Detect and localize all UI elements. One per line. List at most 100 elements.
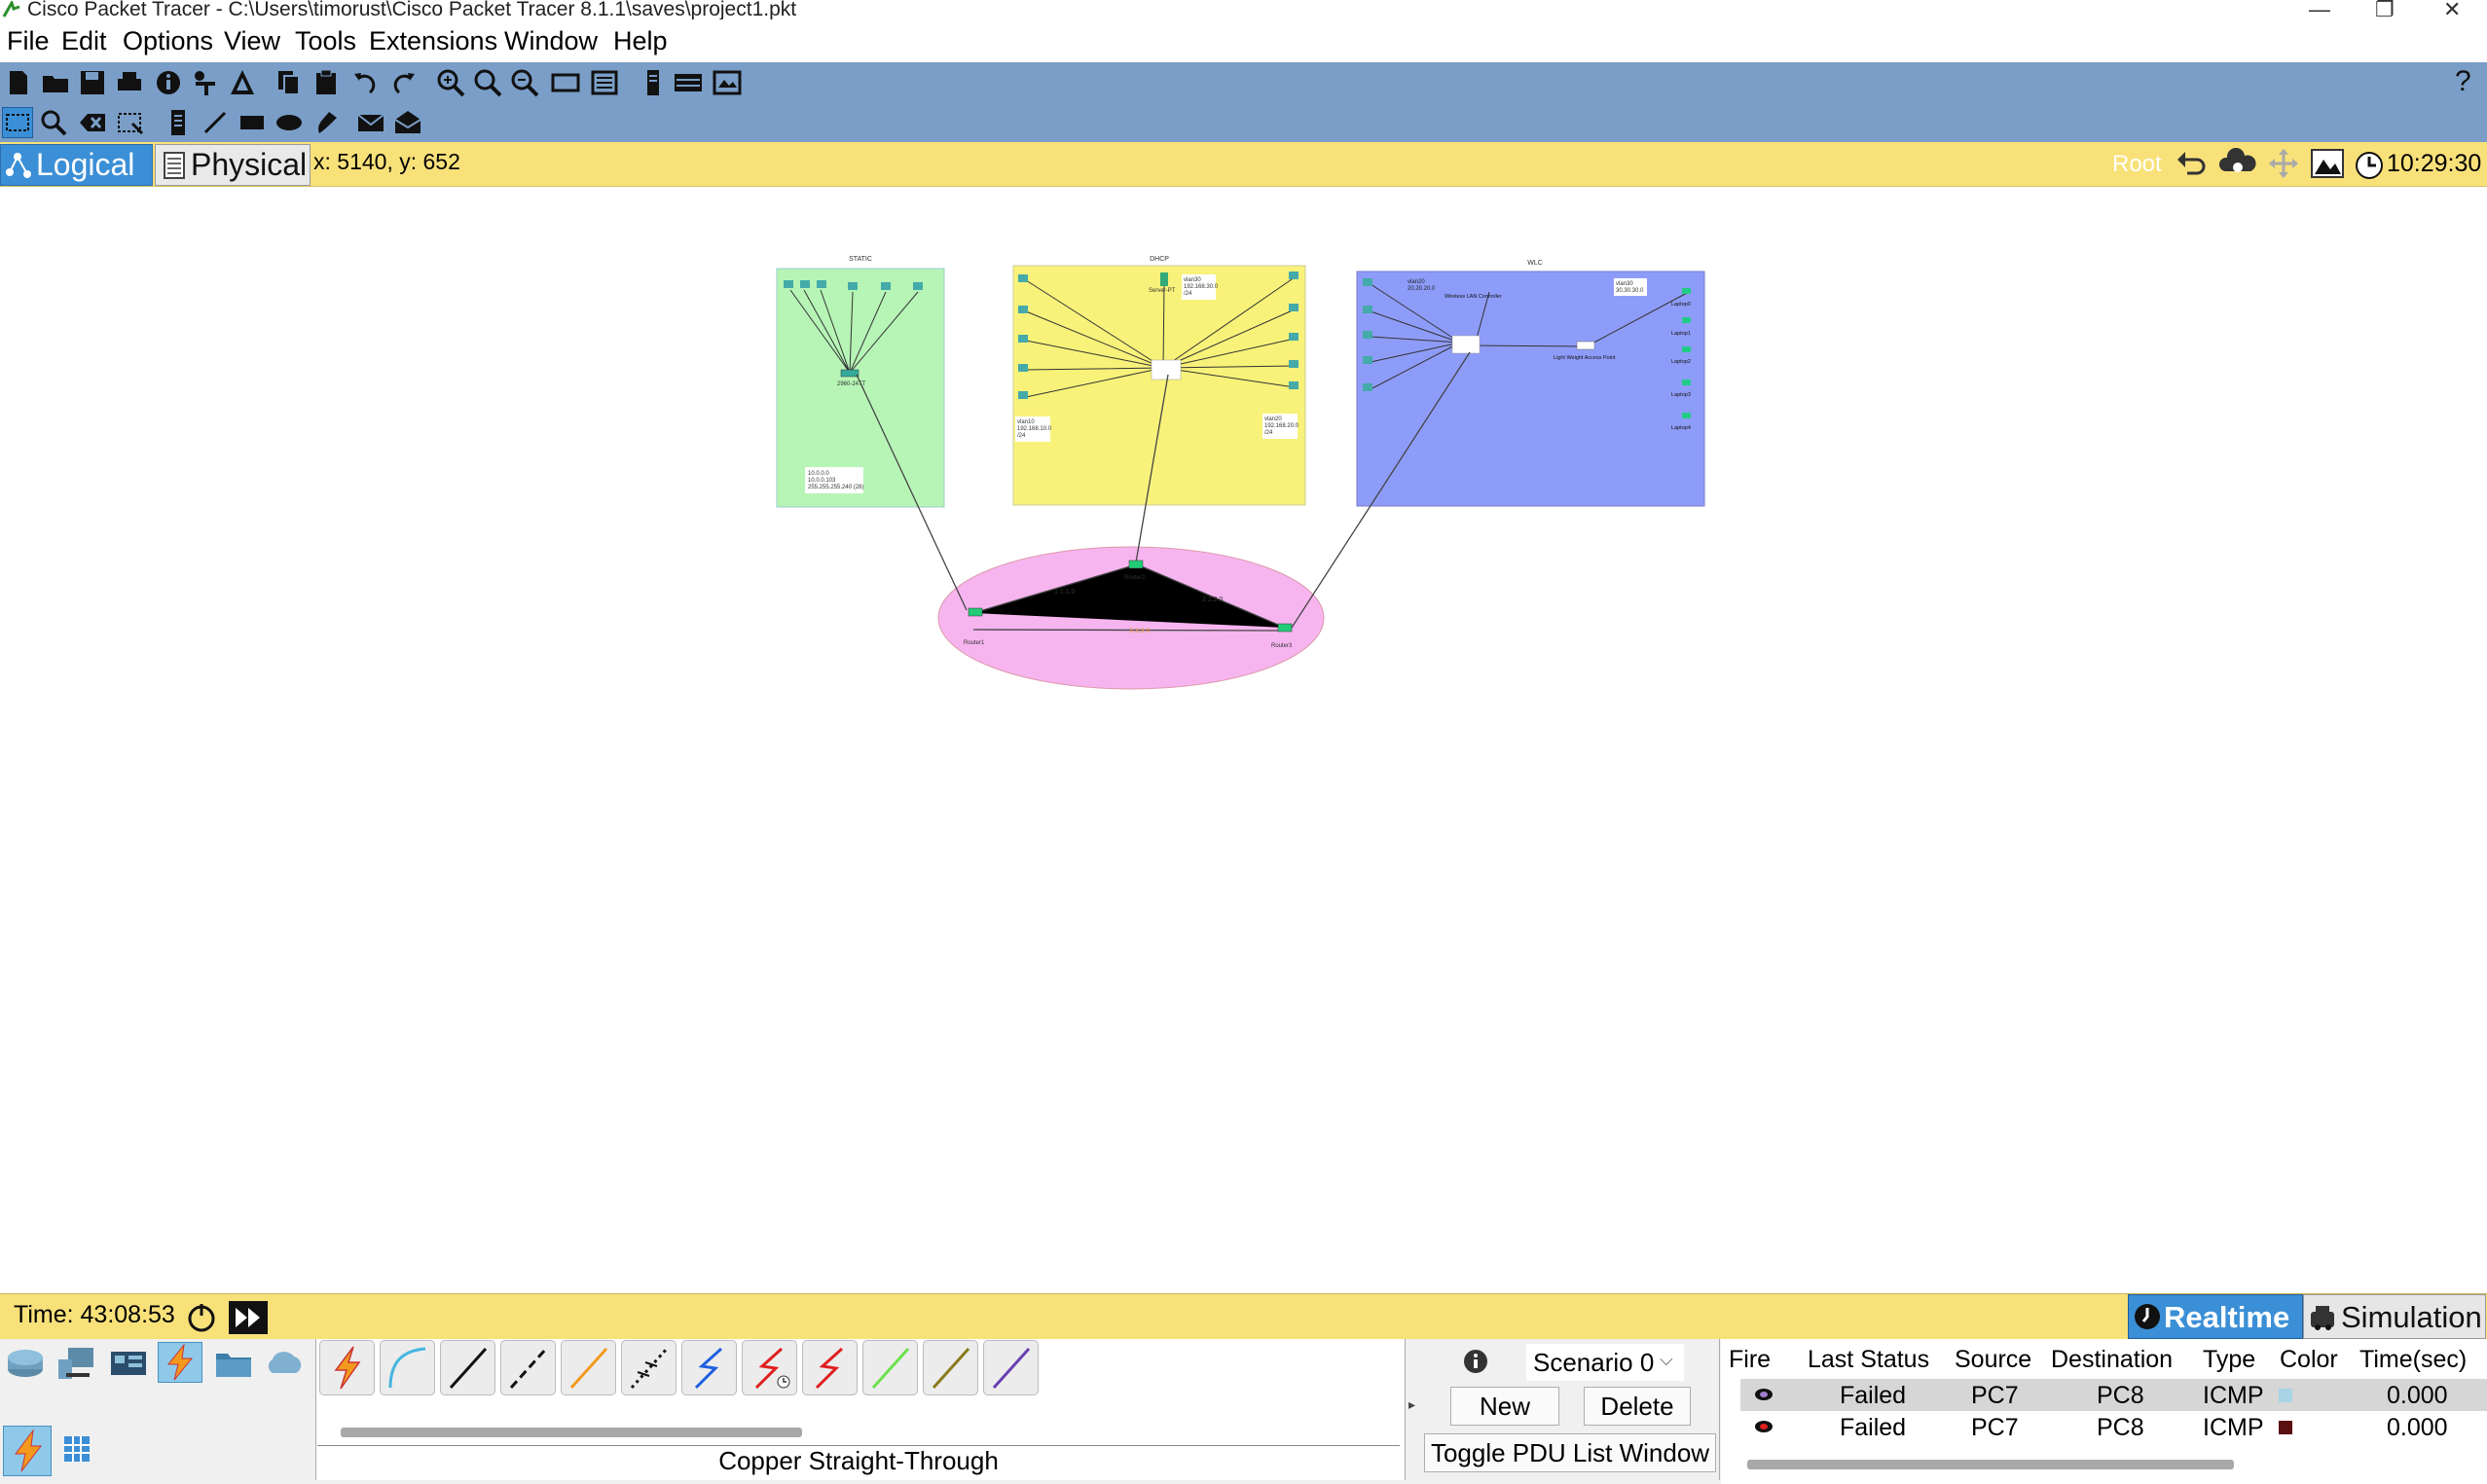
- cable-phone-icon[interactable]: [621, 1340, 677, 1395]
- network-info-icon[interactable]: [191, 68, 220, 97]
- topology-canvas[interactable]: STATIC DHCP WLC 2960-24TT 10.0.0.0 10.0.…: [0, 187, 2487, 1292]
- simulation-mode-button[interactable]: Simulation: [2303, 1294, 2486, 1339]
- tab-logical[interactable]: Logical: [0, 144, 153, 186]
- new-file-icon[interactable]: [4, 68, 33, 97]
- delete-icon[interactable]: [78, 108, 107, 137]
- add-simple-pdu-icon[interactable]: [356, 108, 385, 137]
- draw-rectangle-icon[interactable]: [238, 108, 267, 137]
- menu-window[interactable]: Window: [504, 26, 598, 56]
- expand-arrow-icon[interactable]: ▸: [1408, 1396, 1415, 1413]
- static-switch[interactable]: [840, 369, 859, 378]
- fast-forward-time-icon[interactable]: [228, 1300, 269, 1335]
- copy-icon[interactable]: [274, 68, 304, 97]
- wlc-area[interactable]: [1356, 271, 1705, 507]
- pdu-header-type[interactable]: Type: [2203, 1346, 2255, 1374]
- router-left[interactable]: [968, 607, 983, 617]
- select-icon[interactable]: [2, 107, 33, 138]
- paste-icon[interactable]: [311, 68, 341, 97]
- connections-subcategory-icon[interactable]: [3, 1426, 52, 1476]
- draw-ellipse-icon[interactable]: [274, 108, 304, 137]
- access-point[interactable]: [1576, 341, 1595, 350]
- logical-workspace[interactable]: STATIC DHCP WLC 2960-24TT 10.0.0.0 10.0.…: [0, 187, 2487, 1292]
- dhcp-server[interactable]: [1160, 272, 1168, 286]
- pdu-header-color[interactable]: Color: [2280, 1346, 2338, 1374]
- dhcp-switch[interactable]: [1151, 359, 1182, 380]
- menu-help[interactable]: Help: [613, 26, 668, 56]
- components-category-icon[interactable]: [107, 1344, 150, 1383]
- pdu-type: ICMP: [2203, 1414, 2264, 1441]
- end-devices-category-icon[interactable]: [55, 1344, 97, 1383]
- activity-wizard-icon[interactable]: [228, 68, 257, 97]
- new-cluster-icon[interactable]: [2219, 148, 2256, 179]
- print-icon[interactable]: [115, 68, 144, 97]
- info-icon[interactable]: [154, 68, 183, 97]
- move-object-icon[interactable]: [2268, 148, 2299, 179]
- cable-usb-icon[interactable]: [983, 1340, 1039, 1395]
- realtime-mode-button[interactable]: Realtime: [2128, 1294, 2303, 1339]
- cable-scrollbar[interactable]: [341, 1428, 802, 1437]
- menu-tools[interactable]: Tools: [295, 26, 356, 56]
- resize-shape-icon[interactable]: [115, 108, 144, 137]
- delete-scenario-button[interactable]: Delete: [1584, 1387, 1691, 1426]
- place-note-icon[interactable]: [164, 108, 193, 137]
- add-complex-pdu-icon[interactable]: [393, 108, 422, 137]
- cable-console-icon[interactable]: [380, 1340, 435, 1395]
- menu-extensions[interactable]: Extensions: [369, 26, 497, 56]
- multiuser-connection-category-icon[interactable]: [263, 1344, 306, 1383]
- zoom-in-icon[interactable]: [436, 68, 465, 97]
- grid-view-icon[interactable]: [58, 1430, 95, 1467]
- pdu-header-destination[interactable]: Destination: [2051, 1346, 2173, 1374]
- power-cycle-devices-icon[interactable]: [185, 1301, 218, 1334]
- menu-edit[interactable]: Edit: [61, 26, 107, 56]
- zoom-reset-icon[interactable]: [473, 68, 502, 97]
- cable-copper-cross-icon[interactable]: [500, 1340, 556, 1395]
- cable-serial-dce-icon[interactable]: [742, 1340, 797, 1395]
- undo-icon[interactable]: [350, 68, 380, 97]
- cable-automatic-icon[interactable]: [319, 1340, 375, 1395]
- scenario-info-icon[interactable]: [1462, 1348, 1489, 1375]
- fire-pdu-icon[interactable]: [1752, 1417, 1775, 1436]
- network-device-icon[interactable]: [674, 68, 703, 97]
- dhcp-area[interactable]: [1012, 265, 1306, 506]
- pdu-header-source[interactable]: Source: [1955, 1346, 2031, 1374]
- help-icon[interactable]: ?: [2455, 65, 2471, 98]
- wlc-switch[interactable]: [1451, 335, 1481, 354]
- pdu-header-fire[interactable]: Fire: [1729, 1346, 1771, 1374]
- zoom-out-icon[interactable]: [510, 68, 539, 97]
- cable-serial-dte-icon[interactable]: [802, 1340, 858, 1395]
- tab-physical[interactable]: Physical: [155, 144, 311, 186]
- pdu-header-time[interactable]: Time(sec): [2359, 1346, 2467, 1374]
- back-arrow-icon[interactable]: [2176, 148, 2209, 179]
- cable-fiber-icon[interactable]: [561, 1340, 616, 1395]
- view-workspace-icon[interactable]: [639, 68, 668, 97]
- custom-device-dialog-icon[interactable]: [590, 68, 619, 97]
- cable-iot-icon[interactable]: [923, 1340, 978, 1395]
- physical-view-icon[interactable]: [713, 68, 742, 97]
- cable-coaxial-icon[interactable]: [681, 1340, 737, 1395]
- viewport-clock-icon[interactable]: [2354, 150, 2385, 181]
- pdu-header-last-status[interactable]: Last Status: [1808, 1346, 1929, 1374]
- pdu-scrollbar[interactable]: [1747, 1460, 2234, 1469]
- menu-options[interactable]: Options: [123, 26, 213, 56]
- set-tiled-background-icon[interactable]: [2310, 148, 2345, 179]
- redo-icon[interactable]: [389, 68, 419, 97]
- fire-pdu-icon[interactable]: [1752, 1385, 1775, 1404]
- connections-category-icon[interactable]: [158, 1342, 202, 1383]
- open-folder-icon[interactable]: [41, 68, 70, 97]
- menu-file[interactable]: File: [7, 26, 50, 56]
- scenario-dropdown[interactable]: Scenario 0 ⌵: [1526, 1344, 1684, 1381]
- network-devices-category-icon[interactable]: [4, 1344, 47, 1383]
- new-scenario-button[interactable]: New: [1450, 1387, 1559, 1426]
- drawing-palette-icon[interactable]: [551, 68, 580, 97]
- router-right[interactable]: [1277, 623, 1293, 633]
- cable-octal-icon[interactable]: [862, 1340, 918, 1395]
- router-top[interactable]: [1128, 560, 1144, 569]
- menu-view[interactable]: View: [224, 26, 280, 56]
- draw-line-icon[interactable]: [201, 108, 230, 137]
- cable-copper-straight-icon[interactable]: [440, 1340, 495, 1395]
- toggle-pdu-list-button[interactable]: Toggle PDU List Window: [1424, 1433, 1716, 1472]
- save-icon[interactable]: [78, 68, 107, 97]
- freeform-icon[interactable]: [311, 108, 341, 137]
- miscellaneous-category-icon[interactable]: [212, 1344, 255, 1383]
- inspect-icon[interactable]: [39, 108, 68, 137]
